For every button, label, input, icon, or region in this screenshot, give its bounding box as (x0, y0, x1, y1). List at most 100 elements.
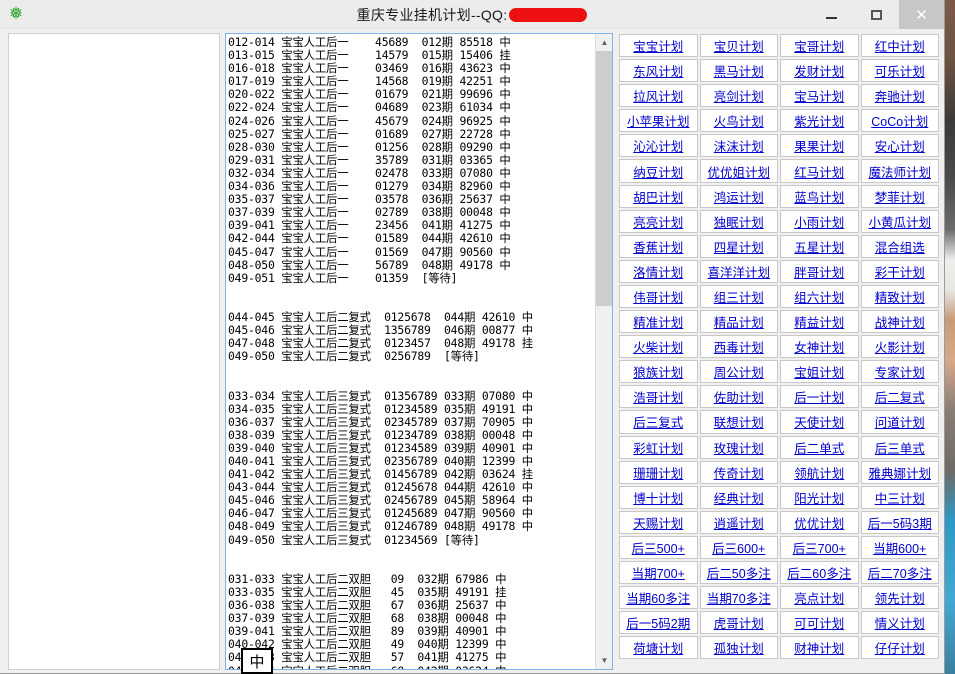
plan-button[interactable]: 精益计划 (780, 310, 859, 333)
minimize-button[interactable] (809, 0, 854, 29)
plan-button[interactable]: 中三计划 (861, 486, 940, 509)
plan-button[interactable]: 蓝鸟计划 (780, 185, 859, 208)
plan-button[interactable]: 沫沫计划 (700, 134, 779, 157)
plan-button[interactable]: CoCo计划 (861, 109, 940, 132)
plan-button[interactable]: 宝马计划 (780, 84, 859, 107)
scroll-down-icon[interactable]: ▼ (596, 652, 613, 669)
plan-button[interactable]: 亮亮计划 (619, 210, 698, 233)
plan-button[interactable]: 宝哥计划 (780, 34, 859, 57)
plan-button[interactable]: 四星计划 (700, 235, 779, 258)
plan-button[interactable]: 优优姐计划 (700, 159, 779, 182)
plan-button[interactable]: 后一计划 (780, 385, 859, 408)
plan-button[interactable]: 小苹果计划 (619, 109, 698, 132)
plan-button[interactable]: 财神计划 (780, 636, 859, 659)
plan-button[interactable]: 情义计划 (861, 611, 940, 634)
plan-button[interactable]: 后二70多注 (861, 561, 940, 584)
plan-button[interactable]: 鸿运计划 (700, 185, 779, 208)
plan-button[interactable]: 果果计划 (780, 134, 859, 157)
plan-button[interactable]: 博十计划 (619, 486, 698, 509)
plan-button[interactable]: 胡巴计划 (619, 185, 698, 208)
plan-button[interactable]: 红马计划 (780, 159, 859, 182)
plan-button[interactable]: 彩干计划 (861, 260, 940, 283)
plan-button[interactable]: 佐助计划 (700, 385, 779, 408)
plan-button[interactable]: 优优计划 (780, 511, 859, 534)
plan-button[interactable]: 小黄瓜计划 (861, 210, 940, 233)
plan-button[interactable]: 联想计划 (700, 410, 779, 433)
plan-button[interactable]: 阳光计划 (780, 486, 859, 509)
plan-button[interactable]: 发财计划 (780, 59, 859, 82)
plan-button[interactable]: 西毒计划 (700, 335, 779, 358)
plan-button[interactable]: 后三复式 (619, 410, 698, 433)
scrollbar-thumb[interactable] (596, 51, 613, 306)
plan-button[interactable]: 奔驰计划 (861, 84, 940, 107)
plan-button[interactable]: 宝宝计划 (619, 34, 698, 57)
plan-button[interactable]: 当期700+ (619, 561, 698, 584)
plan-button[interactable]: 伟哥计划 (619, 285, 698, 308)
plan-button[interactable]: 纳豆计划 (619, 159, 698, 182)
plan-button[interactable]: 当期600+ (861, 536, 940, 559)
plan-button[interactable]: 小雨计划 (780, 210, 859, 233)
plan-button[interactable]: 逍遥计划 (700, 511, 779, 534)
plan-button[interactable]: 孤独计划 (700, 636, 779, 659)
plan-button[interactable]: 黑马计划 (700, 59, 779, 82)
plan-button[interactable]: 后一5码2期 (619, 611, 698, 634)
plan-button[interactable]: 天使计划 (780, 410, 859, 433)
plan-button[interactable]: 火鸟计划 (700, 109, 779, 132)
plan-button[interactable]: 战神计划 (861, 310, 940, 333)
plan-button[interactable]: 混合组选 (861, 235, 940, 258)
plan-button[interactable]: 后三500+ (619, 536, 698, 559)
plan-button[interactable]: 洛情计划 (619, 260, 698, 283)
plan-button[interactable]: 后三700+ (780, 536, 859, 559)
plan-button[interactable]: 领先计划 (861, 586, 940, 609)
plan-button[interactable]: 亮点计划 (780, 586, 859, 609)
plan-button[interactable]: 专家计划 (861, 360, 940, 383)
plan-button[interactable]: 可乐计划 (861, 59, 940, 82)
plan-button[interactable]: 传奇计划 (700, 461, 779, 484)
plan-button[interactable]: 火影计划 (861, 335, 940, 358)
plan-button[interactable]: 狼族计划 (619, 360, 698, 383)
plan-button[interactable]: 可可计划 (780, 611, 859, 634)
plan-button[interactable]: 红中计划 (861, 34, 940, 57)
plan-button[interactable]: 经典计划 (700, 486, 779, 509)
plan-button[interactable]: 后三单式 (861, 436, 940, 459)
log-scrollbar[interactable]: ▲ ▼ (595, 34, 612, 669)
plan-button[interactable]: 雅典娜计划 (861, 461, 940, 484)
plan-button[interactable]: 问道计划 (861, 410, 940, 433)
plan-button[interactable]: 火柴计划 (619, 335, 698, 358)
close-button[interactable]: ✕ (899, 0, 944, 29)
left-empty-panel[interactable] (8, 33, 220, 670)
plan-button[interactable]: 精致计划 (861, 285, 940, 308)
plan-button[interactable]: 拉风计划 (619, 84, 698, 107)
plan-button[interactable]: 沁沁计划 (619, 134, 698, 157)
plan-button[interactable]: 独眠计划 (700, 210, 779, 233)
plan-button[interactable]: 玫瑰计划 (700, 436, 779, 459)
plan-button[interactable]: 胖哥计划 (780, 260, 859, 283)
plan-button[interactable]: 后二单式 (780, 436, 859, 459)
plan-button[interactable]: 当期70多注 (700, 586, 779, 609)
plan-button[interactable]: 彩虹计划 (619, 436, 698, 459)
plan-button[interactable]: 后三600+ (700, 536, 779, 559)
ime-indicator[interactable]: 中 (241, 648, 273, 674)
plan-button[interactable]: 珊珊计划 (619, 461, 698, 484)
plan-log-textarea[interactable]: 012-014 宝宝人工后一 45689 012期 85518 中 013-01… (225, 33, 613, 670)
plan-button[interactable]: 周公计划 (700, 360, 779, 383)
maximize-button[interactable] (854, 0, 899, 29)
plan-button[interactable]: 天赐计划 (619, 511, 698, 534)
plan-button[interactable]: 喜洋洋计划 (700, 260, 779, 283)
plan-button[interactable]: 梦菲计划 (861, 185, 940, 208)
plan-button[interactable]: 魔法师计划 (861, 159, 940, 182)
plan-button[interactable]: 宝贝计划 (700, 34, 779, 57)
scroll-up-icon[interactable]: ▲ (596, 34, 613, 51)
plan-button[interactable]: 仔仔计划 (861, 636, 940, 659)
plan-button[interactable]: 组六计划 (780, 285, 859, 308)
plan-button[interactable]: 领航计划 (780, 461, 859, 484)
plan-button[interactable]: 亮剑计划 (700, 84, 779, 107)
plan-button[interactable]: 虎哥计划 (700, 611, 779, 634)
plan-button[interactable]: 精品计划 (700, 310, 779, 333)
plan-button[interactable]: 宝姐计划 (780, 360, 859, 383)
plan-button[interactable]: 荷塘计划 (619, 636, 698, 659)
plan-button[interactable]: 后二60多注 (780, 561, 859, 584)
plan-button[interactable]: 组三计划 (700, 285, 779, 308)
plan-button[interactable]: 后二复式 (861, 385, 940, 408)
plan-button[interactable]: 后一5码3期 (861, 511, 940, 534)
